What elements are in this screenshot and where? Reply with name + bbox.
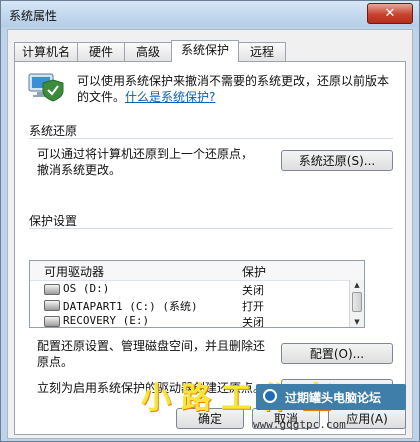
- close-button[interactable]: ✕: [367, 3, 413, 24]
- hard-drive-icon: [44, 300, 60, 311]
- intro-text: 可以使用系统保护来撤消不需要的系统更改，还原以前版本的文件。什么是系统保护?: [77, 73, 395, 105]
- section-divider: [29, 228, 393, 229]
- window-title: 系统属性: [9, 9, 58, 23]
- tab-hardware[interactable]: 硬件: [77, 42, 125, 61]
- title-bar[interactable]: 系统属性 ✕: [1, 1, 419, 27]
- scroll-up-arrow-icon[interactable]: ▲: [352, 281, 362, 289]
- drive-name: OS (D:): [63, 282, 110, 295]
- scrollbar-thumb[interactable]: [352, 292, 362, 312]
- system-restore-button[interactable]: 系统还原(S)...: [281, 150, 393, 171]
- configure-description-line2: 原点。: [37, 355, 74, 369]
- scroll-down-arrow-icon[interactable]: ▼: [352, 318, 362, 326]
- forum-name: 过期罐头电脑论坛: [285, 391, 382, 405]
- tab-computer-name[interactable]: 计算机名: [14, 42, 78, 61]
- drive-protection-status: 打开: [242, 300, 264, 313]
- configure-description-line1: 配置还原设置、管理磁盘空间，并且删除还: [37, 339, 266, 353]
- drive-list-header: 可用驱动器 保护: [30, 261, 364, 281]
- tab-remote[interactable]: 远程: [238, 42, 286, 61]
- tab-system-protection[interactable]: 系统保护: [171, 40, 239, 62]
- drive-protection-status: 关闭: [242, 316, 264, 328]
- hard-drive-icon: [44, 284, 60, 295]
- system-protection-shield-icon: [28, 73, 64, 102]
- forum-logo-icon: [263, 389, 277, 403]
- watermark-url: www.gqgtpc.com: [253, 418, 346, 431]
- drive-name: RECOVERY (E:): [63, 314, 150, 327]
- drive-list[interactable]: 可用驱动器 保护 OS (D:) 关闭 DATAPART1 (C:) (系统) …: [29, 260, 365, 328]
- restore-description-line1: 可以通过将计算机还原到上一个还原点，: [37, 147, 254, 161]
- drive-row[interactable]: RECOVERY (E:) 关闭: [30, 313, 350, 328]
- drive-name: DATAPART1 (C:) (系统): [63, 300, 198, 313]
- section-label-system-restore: 系统还原: [29, 124, 78, 138]
- configure-button[interactable]: 配置(O)...: [281, 343, 393, 364]
- intro-description: 可以使用系统保护来撤消不需要的系统更改，还原以前版本的文件。: [77, 74, 390, 104]
- drive-row[interactable]: DATAPART1 (C:) (系统) 打开: [30, 297, 350, 313]
- system-properties-window: 系统属性 ✕ 计算机名 硬件 高级 系统保护 远程 可以使用系统保护来撤消不需要…: [0, 0, 420, 442]
- what-is-system-protection-link[interactable]: 什么是系统保护?: [125, 90, 215, 104]
- column-available-drives[interactable]: 可用驱动器: [44, 263, 104, 280]
- drive-list-scrollbar[interactable]: ▲ ▼: [349, 280, 364, 327]
- section-label-protection-settings: 保护设置: [29, 214, 78, 228]
- drive-protection-status: 关闭: [242, 284, 264, 297]
- tab-advanced[interactable]: 高级: [124, 42, 172, 61]
- restore-description-line2: 撤消系统更改。: [37, 163, 122, 177]
- drive-row[interactable]: OS (D:) 关闭: [30, 281, 350, 297]
- column-protection[interactable]: 保护: [242, 263, 266, 280]
- hard-drive-icon: [44, 316, 60, 327]
- forum-watermark-badge: 过期罐头电脑论坛: [256, 384, 406, 410]
- section-divider: [29, 138, 393, 139]
